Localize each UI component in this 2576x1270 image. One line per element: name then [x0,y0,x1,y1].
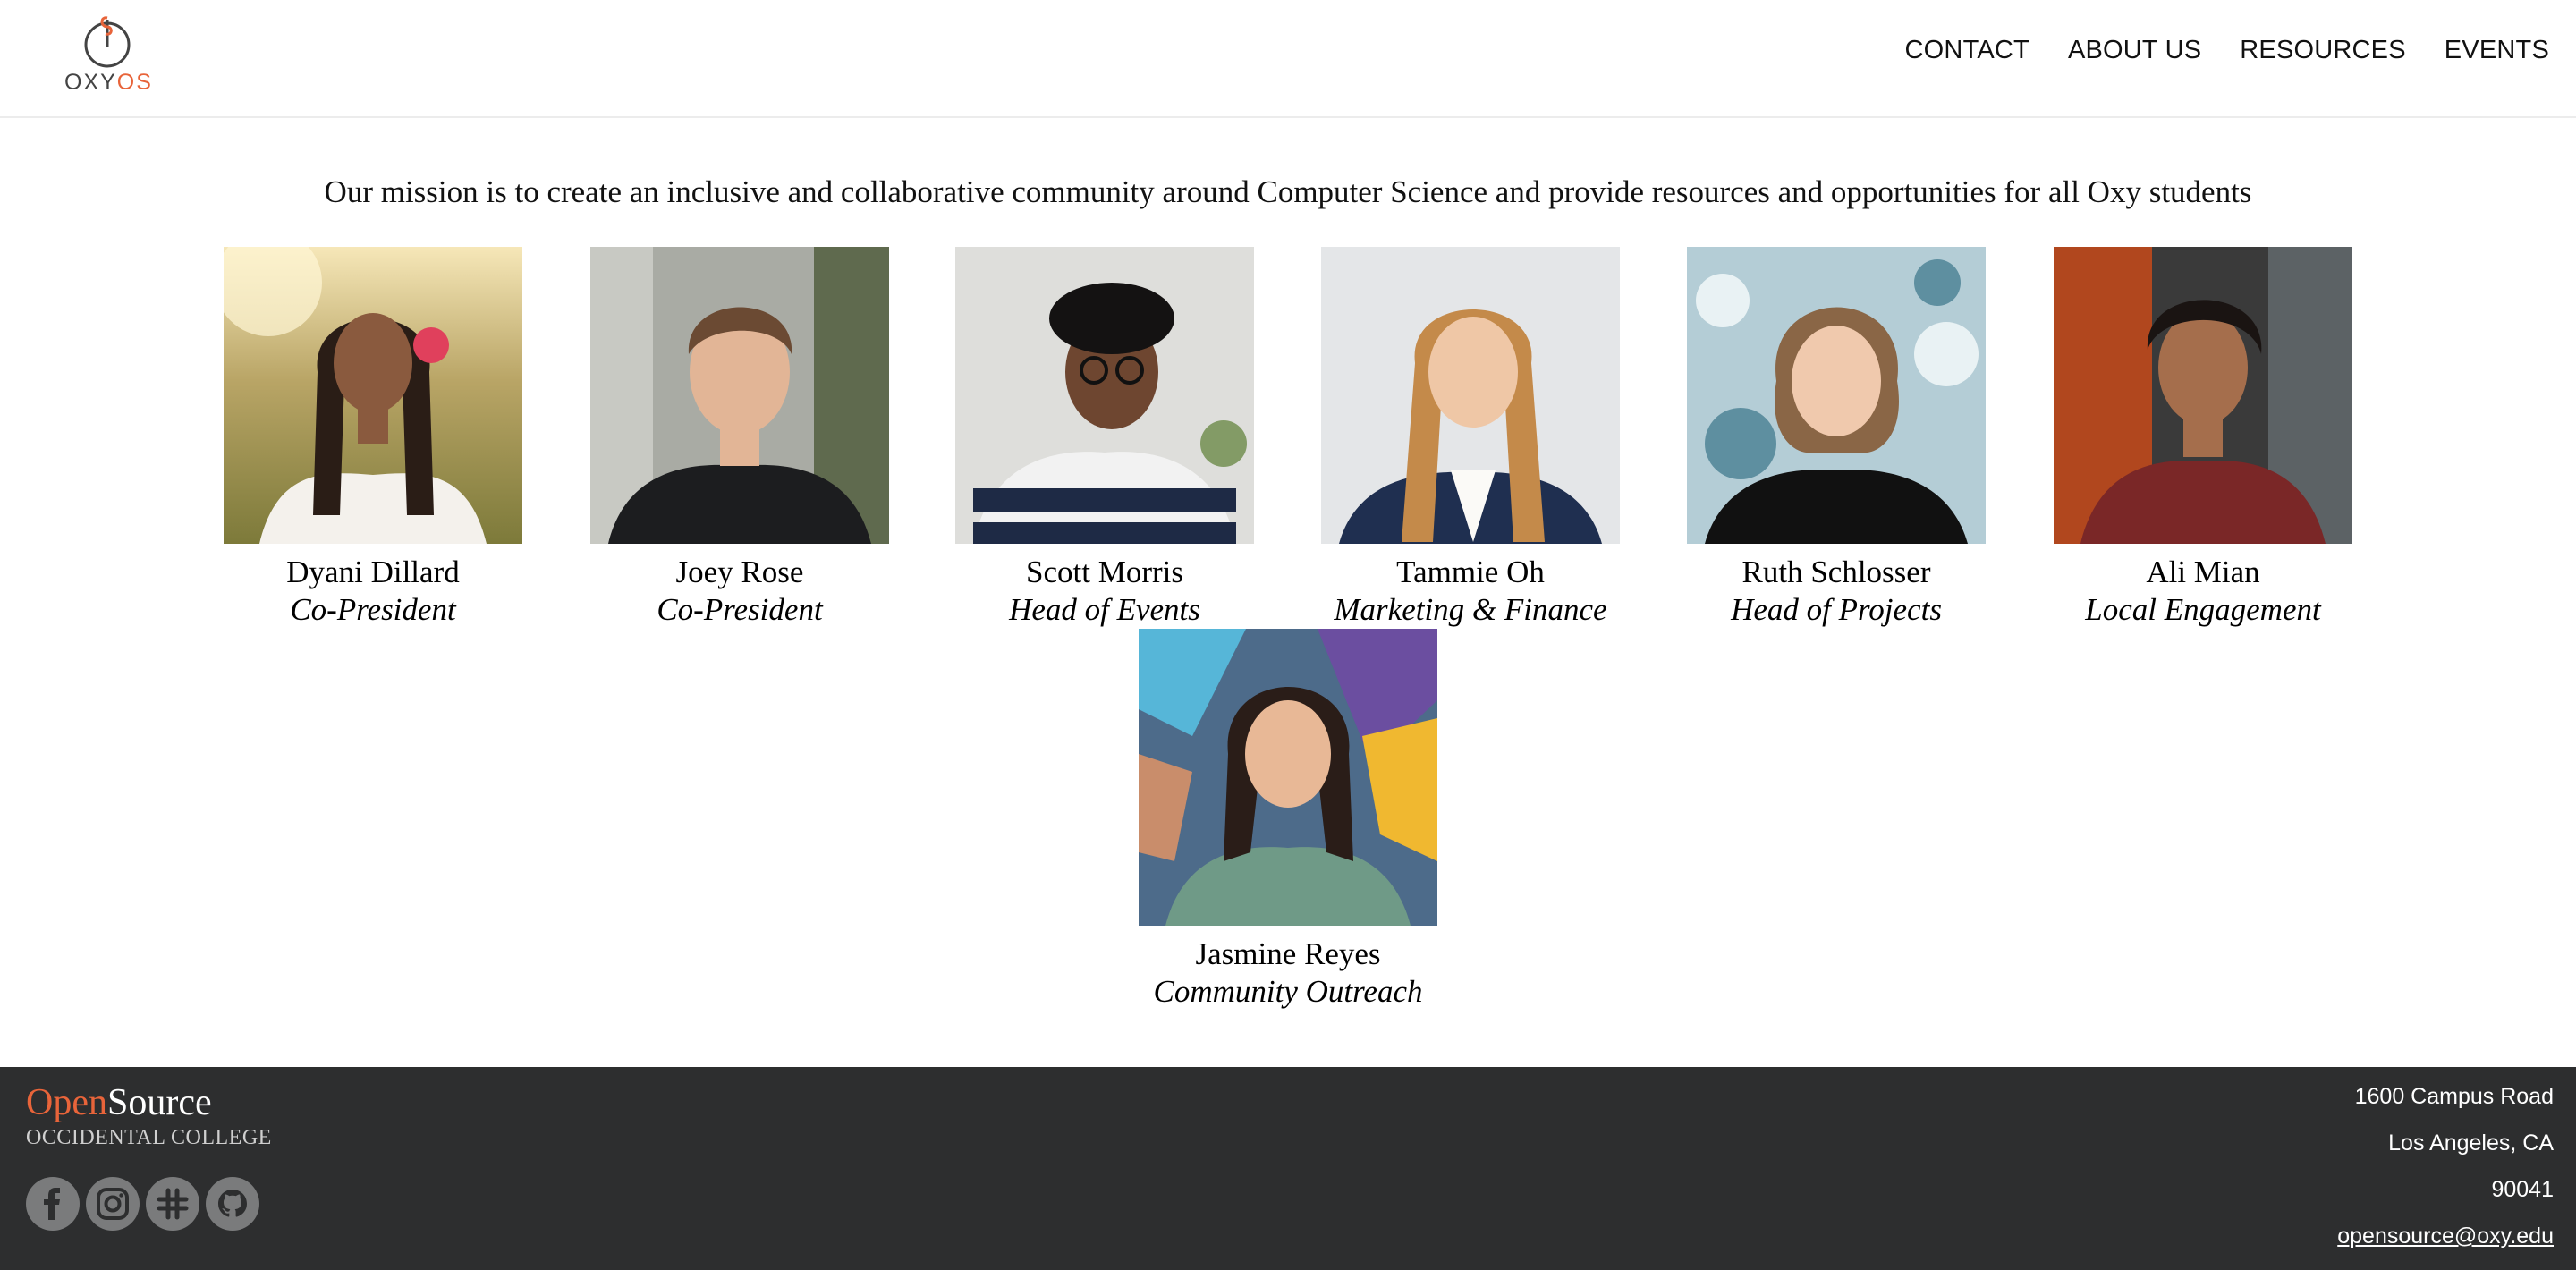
nav-about-us[interactable]: ABOUT US [2068,36,2201,65]
member-role: Community Outreach [1153,974,1423,1009]
instagram-icon[interactable] [86,1177,140,1231]
address-street: 1600 Campus Road [2354,1084,2554,1109]
slack-icon[interactable] [146,1177,199,1231]
member-photo [1321,247,1620,544]
team-member-card: Ruth Schlosser Head of Projects [1687,247,1986,629]
site-footer: OpenSource OCCIDENTAL COLLEGE 1600 Campu… [0,1067,2576,1270]
member-photo [1139,629,1437,926]
social-links [26,1177,259,1231]
member-role: Head of Events [1009,592,1200,627]
nav-contact[interactable]: CONTACT [1905,36,2029,65]
member-name: Tammie Oh [1396,555,1545,589]
footer-brand[interactable]: OpenSource [26,1080,212,1126]
team-member-card: Ali Mian Local Engagement [2054,247,2352,629]
member-photo [2054,247,2352,544]
member-photo [590,247,889,544]
member-role: Co-President [657,592,823,627]
footer-address: 1600 Campus Road Los Angeles, CA 90041 o… [2337,1083,2554,1269]
footer-college: OCCIDENTAL COLLEGE [26,1126,272,1149]
team-member-card: Scott Morris Head of Events [955,247,1254,629]
mission-statement: Our mission is to create an inclusive an… [324,174,2252,209]
logo-wordmark: OXYOS [64,70,153,95]
member-name: Dyani Dillard [286,555,460,589]
member-photo [955,247,1254,544]
member-name: Ali Mian [2146,555,2260,589]
address-city: Los Angeles, CA [2388,1130,2554,1156]
member-role: Local Engagement [2085,592,2321,627]
team-member-card: Dyani Dillard Co-President [224,247,522,629]
address-zip: 90041 [2491,1177,2554,1202]
member-name: Scott Morris [1026,555,1183,589]
member-name: Joey Rose [675,555,804,589]
github-icon[interactable] [206,1177,259,1231]
member-role: Co-President [290,592,456,627]
power-logo-icon [84,16,131,68]
team-member-card: Jasmine Reyes Community Outreach [1139,629,1437,1011]
member-name: Jasmine Reyes [1195,936,1381,971]
email-link[interactable]: opensource@oxy.edu [2337,1223,2554,1249]
team-member-card: Joey Rose Co-President [590,247,889,629]
member-name: Ruth Schlosser [1741,555,1931,589]
main-nav: CONTACT ABOUT US RESOURCES EVENTS [1905,36,2549,65]
nav-events[interactable]: EVENTS [2445,36,2549,65]
member-photo [1687,247,1986,544]
oxyos-logo[interactable]: OXYOS [63,13,152,102]
team-member-card: Tammie Oh Marketing & Finance [1321,247,1620,629]
nav-resources[interactable]: RESOURCES [2240,36,2406,65]
member-role: Marketing & Finance [1334,592,1607,627]
site-header: OXYOS CONTACT ABOUT US RESOURCES EVENTS [0,0,2576,118]
member-photo [224,247,522,544]
member-role: Head of Projects [1731,592,1942,627]
facebook-icon[interactable] [26,1177,80,1231]
